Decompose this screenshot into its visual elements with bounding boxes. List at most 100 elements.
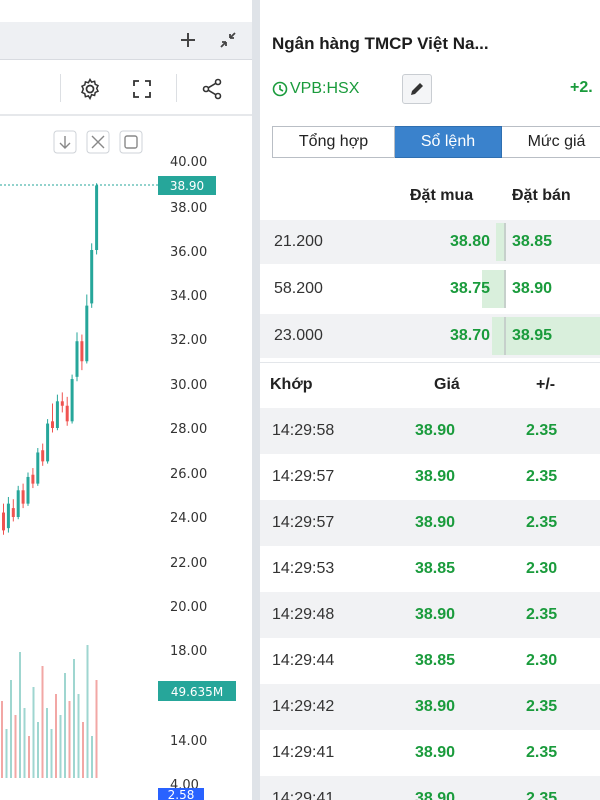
trade-change: 2.35 — [526, 698, 558, 715]
volume-bar — [50, 729, 53, 778]
add-icon[interactable] — [176, 28, 200, 52]
y-tick-label: 32.00 — [170, 333, 207, 348]
volume-bar — [82, 722, 84, 778]
volume-bar — [64, 673, 66, 778]
volume-bar — [37, 722, 39, 778]
y-tick-label: 36.00 — [170, 245, 207, 260]
volume-bar — [55, 694, 57, 778]
volume-bar — [19, 652, 21, 778]
volume-bar — [91, 736, 93, 778]
candle — [36, 452, 40, 484]
y-tick-label: 14.00 — [170, 734, 207, 749]
volume-bar — [5, 729, 8, 778]
orderbook-header: Đặt mua Đặt bán — [260, 176, 600, 216]
tab-summary[interactable]: Tổng hợp — [272, 126, 395, 158]
trade-row[interactable]: 14:29:41 38.90 2.35 — [260, 776, 600, 800]
candle — [46, 423, 50, 462]
reset-scale-button[interactable] — [86, 130, 110, 154]
fullscreen-icon[interactable] — [128, 75, 156, 103]
auto-scale-button[interactable] — [119, 130, 143, 154]
trade-time: 14:29:42 — [272, 698, 335, 715]
trade-price: 38.85 — [415, 652, 456, 669]
volume-bar — [10, 680, 12, 778]
ask-price: 38.90 — [512, 280, 553, 297]
ask-price: 38.95 — [512, 327, 553, 344]
y-tick-label: 20.00 — [170, 600, 207, 615]
panel-divider[interactable] — [252, 0, 260, 800]
orderbook-volume: 23.000 — [274, 327, 323, 344]
trade-row[interactable]: 14:29:42 38.90 2.35 — [260, 684, 600, 730]
trade-time: 14:29:53 — [272, 560, 335, 577]
scroll-down-button[interactable] — [53, 130, 77, 154]
trade-change: 2.35 — [526, 422, 558, 439]
trade-price: 38.90 — [415, 422, 456, 439]
symbol-row[interactable]: VPB:HSX — [272, 76, 359, 102]
trade-change: 2.30 — [526, 652, 558, 669]
orderbook-row[interactable]: 21.200 38.80 38.85 — [260, 220, 600, 264]
candle — [2, 512, 5, 531]
ask-header: Đặt bán — [512, 187, 571, 204]
volume-bar — [1, 701, 3, 778]
tab-price-levels[interactable]: Mức giá — [502, 126, 600, 158]
candle — [65, 405, 69, 422]
trade-row[interactable]: 14:29:57 38.90 2.35 — [260, 500, 600, 546]
collapse-icon[interactable] — [216, 28, 240, 52]
chart-window-bar — [0, 22, 252, 60]
volume-bar — [59, 715, 62, 778]
trade-change: 2.35 — [526, 468, 558, 485]
volume-bar — [68, 701, 71, 778]
volume-tag-label: 49.635M — [171, 685, 223, 699]
ask-price: 38.85 — [512, 233, 553, 250]
y-tick-label: 18.00 — [170, 644, 207, 659]
price-change: +2. — [570, 79, 593, 96]
price-header: Giá — [434, 376, 460, 393]
volume-bar — [41, 666, 44, 778]
candle — [51, 421, 54, 428]
y-tick-label: 40.00 — [170, 155, 207, 170]
clock-icon — [272, 81, 288, 97]
trade-time: 14:29:44 — [272, 652, 335, 669]
bid-price: 38.75 — [449, 280, 490, 297]
candle — [70, 379, 74, 422]
volume-bars — [1, 645, 98, 778]
trade-row[interactable]: 14:29:57 38.90 2.35 — [260, 454, 600, 500]
volume-bar — [95, 680, 98, 778]
edit-button[interactable] — [402, 74, 432, 104]
trade-price: 38.90 — [415, 790, 456, 800]
candle — [75, 341, 79, 377]
bottom-tag-label: 2.58 — [168, 788, 195, 800]
trade-time: 14:29:41 — [272, 744, 335, 761]
change-header: +/- — [536, 376, 556, 393]
gear-icon[interactable] — [76, 75, 104, 103]
candle — [55, 401, 59, 428]
y-tick-label: 22.00 — [170, 556, 207, 571]
price-chart[interactable]: 40.00 38.00 36.00 34.00 32.00 30.00 28.00 26.00… — [0, 118, 252, 800]
trade-price: 38.85 — [415, 560, 456, 577]
orderbook-row[interactable]: 58.200 38.75 38.90 — [260, 267, 600, 311]
orderbook-row[interactable]: 23.000 38.70 38.95 — [260, 314, 600, 358]
trade-price: 38.90 — [415, 514, 456, 531]
trade-price: 38.90 — [415, 698, 456, 715]
bid-price: 38.70 — [449, 327, 490, 344]
trade-row[interactable]: 14:29:48 38.90 2.35 — [260, 592, 600, 638]
time-header: Khớp — [270, 376, 313, 393]
trade-time: 14:29:58 — [272, 422, 335, 439]
trade-row[interactable]: 14:29:41 38.90 2.35 — [260, 730, 600, 776]
y-tick-label: 34.00 — [170, 289, 207, 304]
trade-change: 2.35 — [526, 606, 558, 623]
trade-row[interactable]: 14:29:53 38.85 2.30 — [260, 546, 600, 592]
volume-bar — [23, 708, 26, 778]
trade-row[interactable]: 14:29:58 38.90 2.35 — [260, 408, 600, 454]
trade-change: 2.35 — [526, 790, 558, 800]
trade-row[interactable]: 14:29:44 38.85 2.30 — [260, 638, 600, 684]
candle — [11, 508, 15, 517]
trade-time: 14:29:48 — [272, 606, 335, 623]
volume-bar — [73, 659, 75, 778]
share-icon[interactable] — [198, 75, 226, 103]
bid-header: Đặt mua — [410, 187, 474, 204]
volume-bar — [14, 715, 17, 778]
volume-bar — [46, 708, 48, 778]
trade-price: 38.90 — [415, 468, 456, 485]
tab-order-book[interactable]: Sổ lệnh — [395, 126, 502, 158]
candle — [80, 341, 84, 362]
